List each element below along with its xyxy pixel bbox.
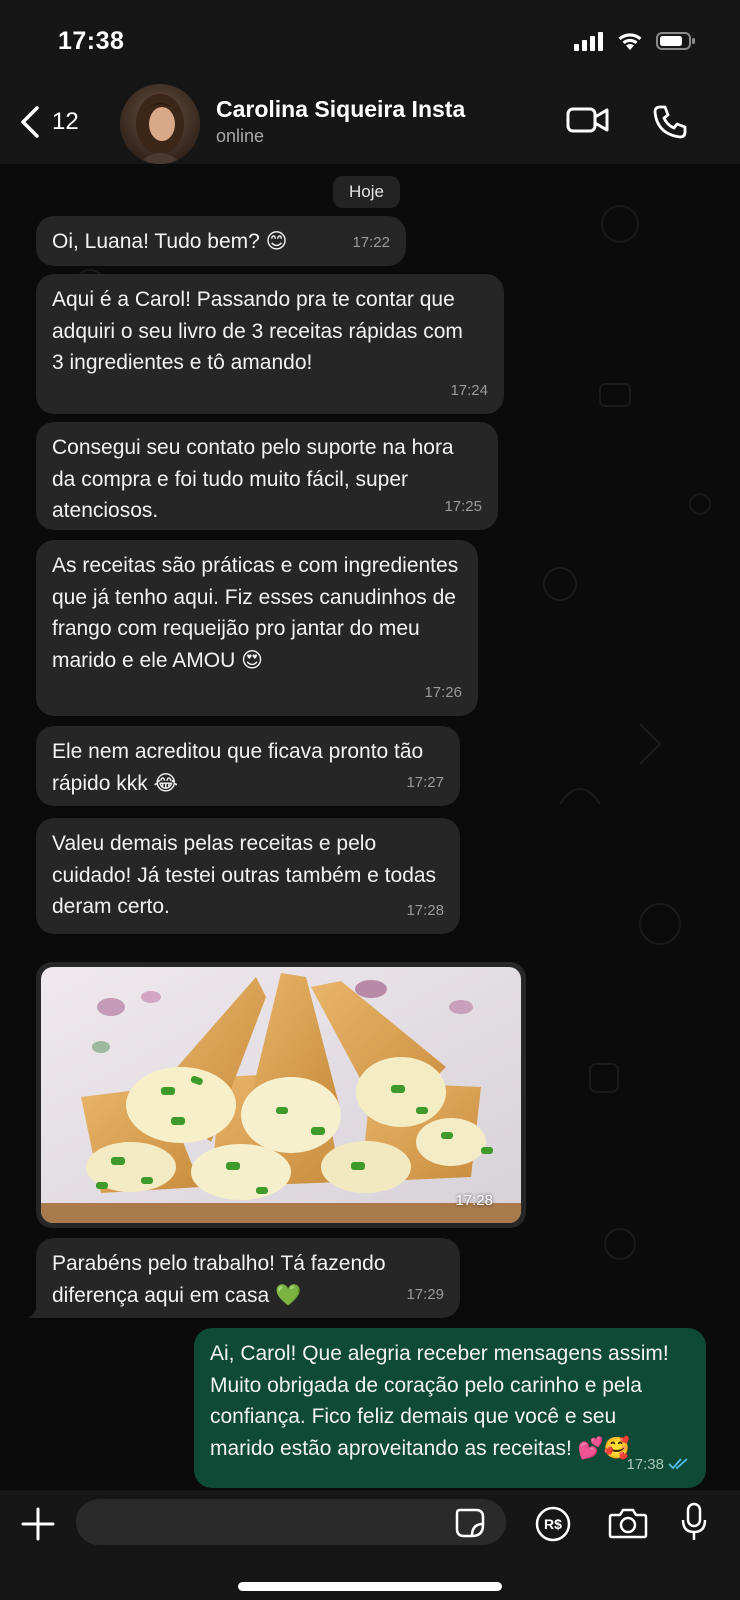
phone-icon (653, 105, 687, 139)
composer-bar: R$ (0, 1490, 740, 1600)
plus-icon (21, 1507, 55, 1541)
status-icons (574, 30, 696, 52)
message-time: 17:22 (352, 233, 390, 251)
message-text: Ele nem acreditou que ficava pronto tão … (52, 740, 424, 795)
message-text: Oi, Luana! Tudo bem? 😊 (52, 230, 288, 253)
message-time: 17:38 (626, 1455, 664, 1473)
sticker-button[interactable] (454, 1507, 486, 1539)
avatar[interactable] (120, 84, 200, 164)
message-text: Ai, Carol! Que alegria receber mensagens… (210, 1342, 669, 1460)
date-chip: Hoje (333, 176, 400, 208)
photo-time: 17:28 (455, 1192, 493, 1209)
incoming-message[interactable]: Valeu demais pelas receitas e pelo cuida… (36, 818, 460, 934)
message-text: As receitas são práticas e com ingredien… (52, 554, 459, 672)
message-time-group: 17:38 (626, 1449, 690, 1481)
status-bar: 17:38 (0, 0, 740, 84)
incoming-message[interactable]: Parabéns pelo trabalho! Tá fazendo difer… (36, 1238, 460, 1318)
incoming-message[interactable]: Oi, Luana! Tudo bem? 😊 17:22 (36, 216, 406, 266)
camera-icon (608, 1508, 648, 1539)
message-text: Valeu demais pelas receitas e pelo cuida… (52, 832, 437, 918)
video-camera-icon (566, 107, 609, 133)
contact-name[interactable]: Carolina Siqueira Insta (216, 96, 465, 123)
sticker-icon (455, 1508, 485, 1538)
microphone-button[interactable] (680, 1502, 708, 1542)
payment-label: R$ (544, 1516, 562, 1532)
chat-area[interactable]: Hoje Oi, Luana! Tudo bem? 😊 17:22 Aqui é… (0, 164, 740, 1490)
bubble-tail (28, 1298, 48, 1318)
payment-button[interactable]: R$ (534, 1505, 572, 1543)
message-time: 17:27 (406, 773, 444, 791)
message-time: 17:24 (450, 381, 488, 399)
wifi-icon (618, 33, 642, 50)
camera-button[interactable] (608, 1506, 648, 1540)
food-photo-image (41, 967, 521, 1223)
status-time: 17:38 (58, 27, 125, 55)
video-call-button[interactable] (566, 104, 610, 136)
outgoing-message[interactable]: Ai, Carol! Que alegria receber mensagens… (194, 1328, 706, 1488)
microphone-icon (681, 1502, 707, 1540)
battery-icon (656, 32, 695, 50)
home-indicator[interactable] (238, 1582, 502, 1591)
incoming-message[interactable]: Aqui é a Carol! Passando pra te contar q… (36, 274, 504, 414)
voice-call-button[interactable] (652, 104, 688, 140)
message-text: Consegui seu contato pelo suporte na hor… (52, 436, 454, 522)
message-time: 17:28 (406, 901, 444, 919)
signal-icon (574, 32, 603, 51)
message-time: 17:25 (444, 497, 482, 515)
food-photo[interactable]: 17:28 (41, 967, 521, 1223)
incoming-message[interactable]: Ele nem acreditou que ficava pronto tão … (36, 726, 460, 806)
incoming-message[interactable]: Consegui seu contato pelo suporte na hor… (36, 422, 498, 530)
message-input[interactable] (76, 1499, 506, 1545)
message-time: 17:26 (424, 683, 462, 701)
attach-button[interactable] (20, 1506, 56, 1542)
message-time: 17:29 (406, 1285, 444, 1303)
incoming-photo-message[interactable]: 17:28 (36, 962, 526, 1228)
chat-header: 12 Carolina Siqueira Insta online (0, 84, 740, 164)
read-receipt-icon (668, 1458, 688, 1470)
message-text: Aqui é a Carol! Passando pra te contar q… (52, 288, 463, 374)
back-button[interactable]: 12 (18, 102, 79, 142)
incoming-message[interactable]: As receitas são práticas e com ingredien… (36, 540, 478, 716)
chevron-left-icon (21, 106, 39, 138)
avatar-photo (120, 84, 200, 164)
contact-status: online (216, 126, 265, 146)
message-text: Parabéns pelo trabalho! Tá fazendo difer… (52, 1252, 386, 1307)
unread-count: 12 (52, 108, 79, 135)
